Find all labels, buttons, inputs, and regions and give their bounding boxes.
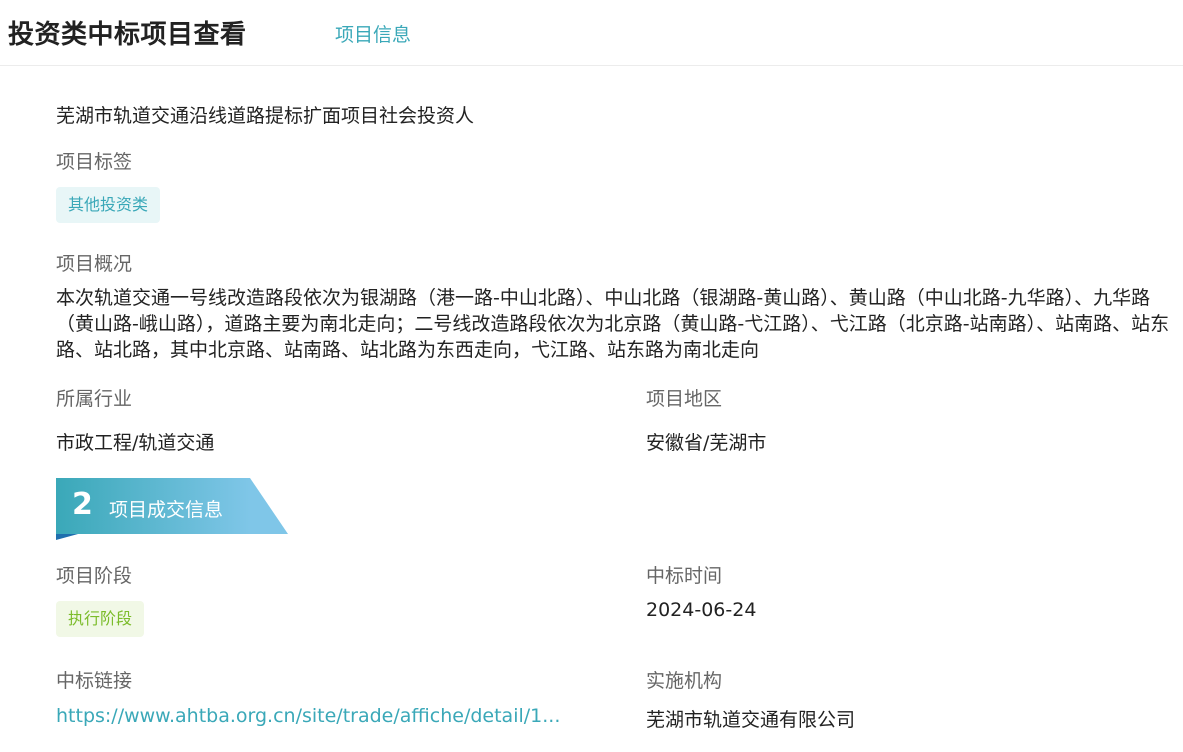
section-number: 2 [72, 487, 93, 522]
bid-time-value: 2024-06-24 [646, 599, 757, 621]
stage-tag: 执行阶段 [56, 601, 145, 637]
project-name: 芜湖市轨道交通沿线道路提标扩面项目社会投资人 [56, 105, 475, 127]
page-header: 投资类中标项目查看 项目信息 [0, 0, 1183, 66]
bid-time-label: 中标时间 [646, 565, 723, 587]
project-tag: 其他投资类 [56, 187, 161, 223]
industry-value: 市政工程/轨道交通 [56, 432, 215, 454]
agency-label: 实施机构 [646, 670, 723, 692]
agency-value: 芜湖市轨道交通有限公司 [646, 709, 856, 731]
region-value: 安徽省/芜湖市 [646, 432, 767, 454]
bid-link-label: 中标链接 [56, 670, 133, 692]
project-overview: 本次轨道交通一号线改造路段依次为银湖路（港一路-中山北路）、中山北路（银湖路-黄… [56, 287, 1170, 361]
section-title: 项目成交信息 [109, 499, 224, 521]
tab-project-info[interactable]: 项目信息 [335, 20, 411, 47]
section-banner: 2 项目成交信息 [56, 478, 296, 542]
stage-label: 项目阶段 [56, 565, 133, 587]
page-title: 投资类中标项目查看 [8, 20, 247, 50]
overview-label: 项目概况 [56, 253, 133, 275]
region-label: 项目地区 [646, 388, 723, 410]
industry-label: 所属行业 [56, 388, 133, 410]
bid-link[interactable]: https://www.ahtba.org.cn/site/trade/affi… [56, 705, 560, 727]
tags-label: 项目标签 [56, 151, 133, 173]
